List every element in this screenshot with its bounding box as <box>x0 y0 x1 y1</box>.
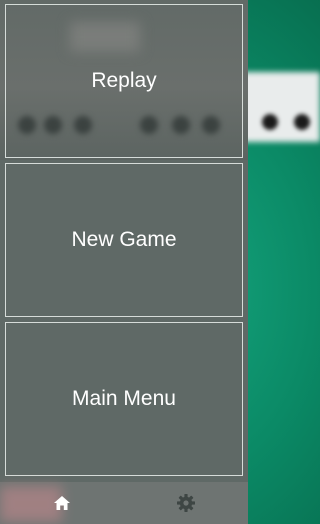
card-stack <box>240 72 320 142</box>
card-pip <box>262 114 278 130</box>
card-pip <box>294 114 310 130</box>
main-menu-button[interactable]: Main Menu <box>5 322 243 476</box>
replay-button[interactable]: Replay <box>5 4 243 158</box>
new-game-button[interactable]: New Game <box>5 163 243 317</box>
gear-icon[interactable] <box>176 493 196 513</box>
bottom-nav <box>0 482 248 524</box>
side-menu-panel: Replay New Game Main Menu <box>0 0 248 524</box>
new-game-label: New Game <box>71 228 177 251</box>
main-menu-label: Main Menu <box>72 387 176 410</box>
home-icon[interactable] <box>52 493 72 513</box>
replay-label: Replay <box>91 69 157 92</box>
